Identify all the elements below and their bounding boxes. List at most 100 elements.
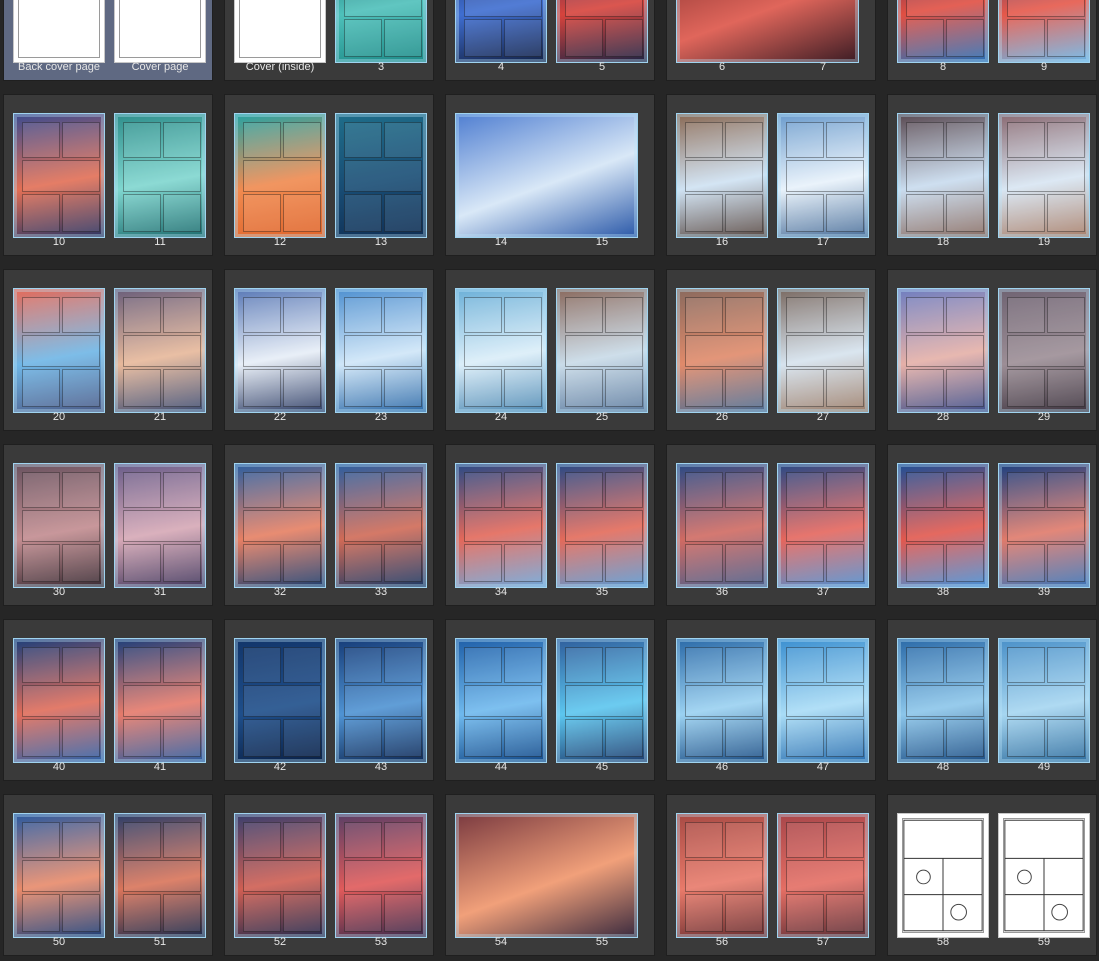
page-thumbnail[interactable] — [114, 113, 206, 238]
page-thumbnail[interactable] — [335, 463, 427, 588]
page-thumbnail[interactable] — [234, 638, 326, 763]
page-thumbnail[interactable] — [335, 638, 427, 763]
page-thumbnail[interactable] — [556, 638, 648, 763]
page-spread[interactable]: 50 51 — [3, 794, 213, 956]
page-thumbnail[interactable] — [335, 0, 427, 63]
page-thumbnail[interactable] — [897, 0, 989, 63]
page-thumbnail[interactable] — [998, 288, 1090, 413]
page-thumbnail[interactable] — [234, 288, 326, 413]
page-spread[interactable]: Cover (inside) 3 — [224, 0, 434, 81]
page-thumbnail[interactable] — [998, 813, 1090, 938]
page-spread[interactable]: 52 53 — [224, 794, 434, 956]
page-thumbnail[interactable] — [998, 0, 1090, 63]
page-spread[interactable]: 58 59 — [887, 794, 1097, 956]
page-thumbnail[interactable] — [114, 813, 206, 938]
page-spread[interactable]: 36 37 — [666, 444, 876, 606]
page-spread[interactable]: 44 45 — [445, 619, 655, 781]
page-thumbnail[interactable] — [777, 463, 869, 588]
page-spread[interactable]: 32 33 — [224, 444, 434, 606]
page-thumbnail[interactable] — [13, 0, 105, 63]
comic-panel — [1007, 647, 1045, 683]
page-thumbnail[interactable] — [455, 813, 638, 938]
page-thumbnail[interactable] — [777, 638, 869, 763]
page-thumbnail[interactable] — [897, 288, 989, 413]
page-thumbnail[interactable] — [455, 0, 547, 63]
page-thumbnail[interactable] — [777, 288, 869, 413]
page-thumbnail[interactable] — [676, 0, 859, 63]
page-thumbnail[interactable] — [234, 463, 326, 588]
page-thumbnail[interactable] — [335, 113, 427, 238]
page-thumbnail[interactable] — [114, 638, 206, 763]
comic-panel — [464, 0, 542, 17]
page-spread[interactable]: 12 13 — [224, 94, 434, 256]
page-thumbnail[interactable] — [335, 288, 427, 413]
page-thumbnail[interactable] — [777, 813, 869, 938]
page-thumbnail[interactable] — [234, 813, 326, 938]
page-spread[interactable]: 20 21 — [3, 269, 213, 431]
page-spread[interactable]: 30 31 — [3, 444, 213, 606]
page-thumbnail[interactable] — [556, 288, 648, 413]
comic-panel — [826, 369, 864, 407]
page-thumbnail[interactable] — [897, 113, 989, 238]
page-spread[interactable]: 67 — [666, 0, 876, 81]
page-thumbnail[interactable] — [234, 0, 326, 63]
page-thumbnail[interactable] — [335, 813, 427, 938]
page-spread[interactable]: 54 55 — [445, 794, 655, 956]
page-thumbnail[interactable] — [13, 463, 105, 588]
page-thumbnail[interactable] — [676, 463, 768, 588]
page-spread[interactable]: 14 15 — [445, 94, 655, 256]
page-thumbnail[interactable] — [114, 288, 206, 413]
page-thumbnail[interactable] — [114, 0, 206, 63]
page-spread[interactable]: 42 43 — [224, 619, 434, 781]
comic-panel — [565, 19, 603, 57]
page-thumbnail[interactable] — [13, 113, 105, 238]
page-number-label: 50 — [52, 936, 66, 948]
page-thumbnail[interactable] — [556, 0, 648, 63]
page-thumbnail[interactable] — [455, 463, 547, 588]
comic-panel — [685, 335, 763, 367]
page-spread[interactable]: 28 29 — [887, 269, 1097, 431]
comic-panel — [163, 194, 201, 232]
page-thumbnail[interactable] — [998, 638, 1090, 763]
page-spread[interactable]: 16 17 — [666, 94, 876, 256]
page-thumbnail[interactable] — [777, 113, 869, 238]
page-spread[interactable]: 38 39 — [887, 444, 1097, 606]
page-thumbnail[interactable] — [455, 288, 547, 413]
page-thumbnail[interactable] — [676, 813, 768, 938]
page-spread[interactable]: 46 47 — [666, 619, 876, 781]
page-thumbnail[interactable] — [234, 113, 326, 238]
page-spread[interactable]: 26 27 — [666, 269, 876, 431]
page-thumbnail[interactable] — [13, 638, 105, 763]
page-spread[interactable]: 48 49 — [887, 619, 1097, 781]
page-spread[interactable]: 40 41 — [3, 619, 213, 781]
page-thumbnail[interactable] — [897, 638, 989, 763]
page-spread[interactable]: 89 — [887, 0, 1097, 81]
page-thumbnail[interactable] — [455, 113, 638, 238]
comic-panel — [565, 0, 643, 17]
page-spread[interactable]: Back cover page Cover page — [3, 0, 213, 81]
page-spread[interactable]: 24 25 — [445, 269, 655, 431]
page-thumbnail[interactable] — [676, 113, 768, 238]
page-spread[interactable]: 56 57 — [666, 794, 876, 956]
page-thumbnail[interactable] — [676, 638, 768, 763]
page-spread[interactable]: 22 23 — [224, 269, 434, 431]
page-spread[interactable]: 45 — [445, 0, 655, 81]
page-thumbnail[interactable] — [998, 113, 1090, 238]
page-thumbnail[interactable] — [13, 813, 105, 938]
page-thumbnail[interactable] — [998, 463, 1090, 588]
page-thumbnail[interactable] — [897, 463, 989, 588]
comic-panel — [1047, 122, 1085, 158]
comic-panel — [384, 122, 422, 158]
page-thumbnail[interactable] — [556, 463, 648, 588]
page-spread[interactable]: 18 19 — [887, 94, 1097, 256]
page-number-label: 7 — [819, 61, 827, 73]
page-thumbnail[interactable] — [455, 638, 547, 763]
page-spread[interactable]: 34 35 — [445, 444, 655, 606]
page-number-label: 26 — [715, 411, 729, 423]
page-thumbnail[interactable] — [13, 288, 105, 413]
page-thumbnail[interactable] — [897, 813, 989, 938]
page-thumbnail[interactable] — [676, 288, 768, 413]
comic-panel — [62, 122, 100, 158]
page-spread[interactable]: 10 11 — [3, 94, 213, 256]
page-thumbnail[interactable] — [114, 463, 206, 588]
